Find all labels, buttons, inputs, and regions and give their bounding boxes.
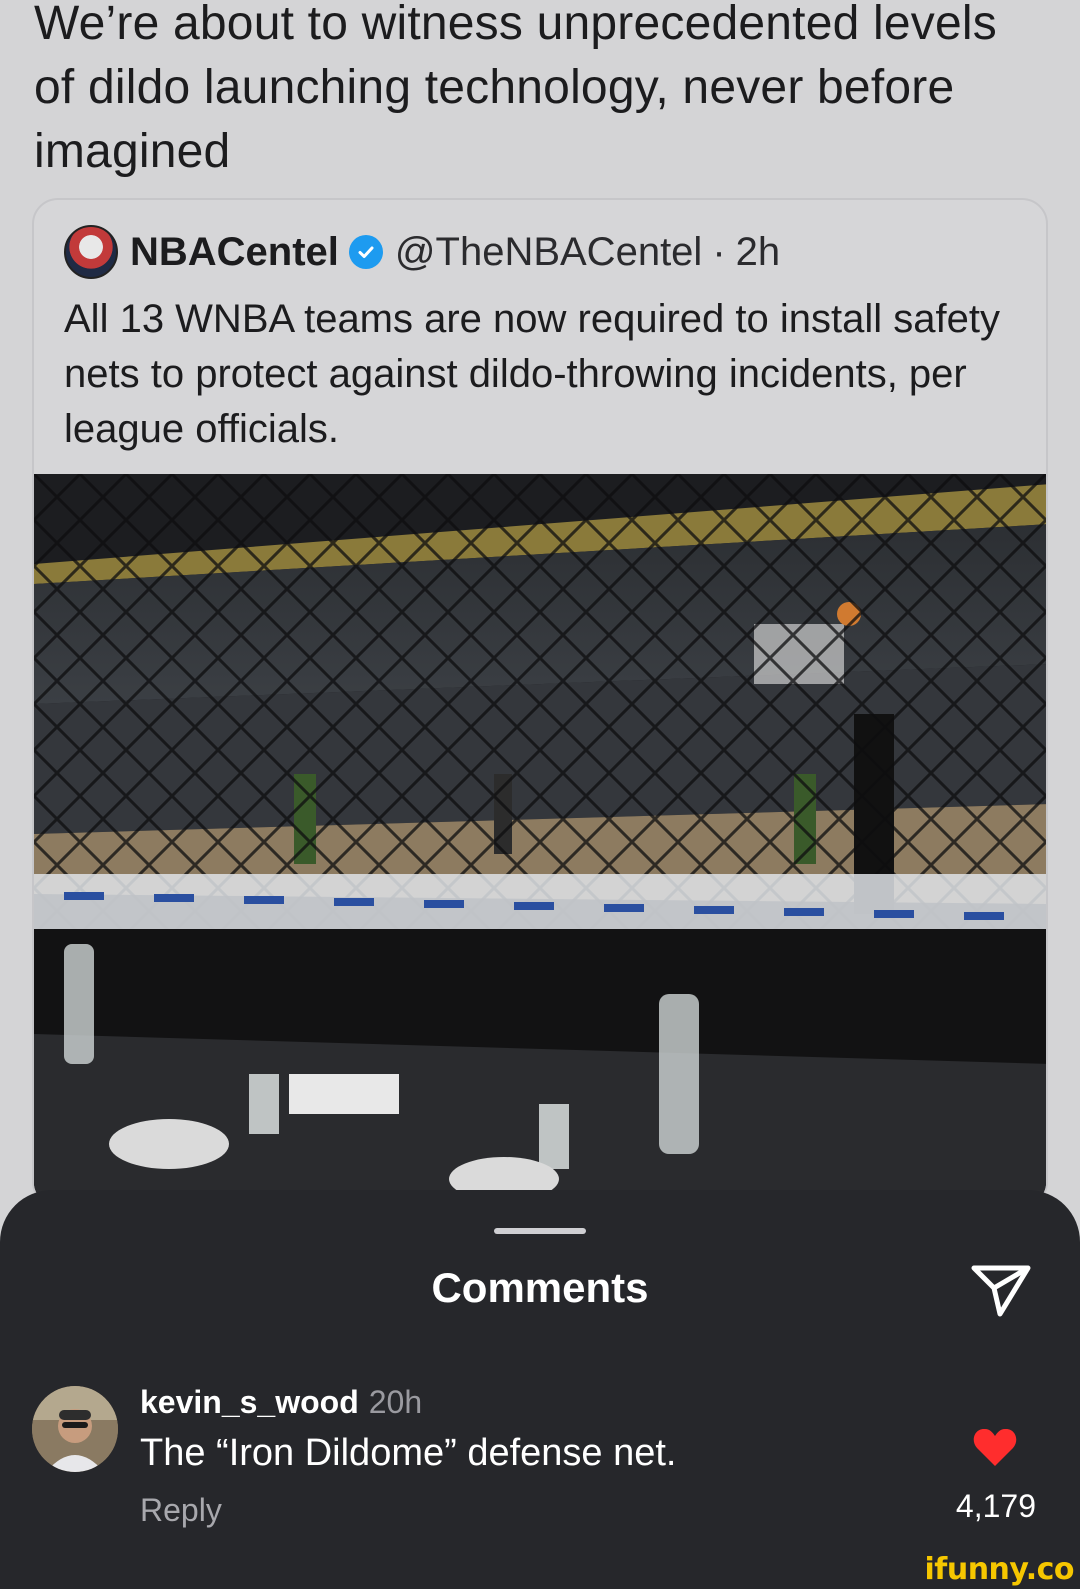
watermark: ifunny.co bbox=[924, 1552, 1075, 1587]
comments-title: Comments bbox=[431, 1264, 649, 1311]
comment-username[interactable]: kevin_s_wood bbox=[140, 1384, 359, 1420]
screen: We’re about to witness unprecedented lev… bbox=[0, 0, 1080, 1589]
nbacentel-logo-icon[interactable] bbox=[64, 225, 118, 279]
reply-button[interactable]: Reply bbox=[140, 1492, 222, 1529]
sheet-grabber[interactable] bbox=[494, 1228, 586, 1234]
comment-time: 20h bbox=[368, 1384, 423, 1420]
avatar[interactable] bbox=[32, 1386, 118, 1472]
tweet-time: 2h bbox=[735, 229, 781, 274]
quoted-tweet-header: NBACentel @TheNBACentel · 2h bbox=[64, 222, 780, 282]
like-count: 4,179 bbox=[955, 1488, 1036, 1524]
heart-icon[interactable] bbox=[972, 1426, 1018, 1468]
display-name[interactable]: NBACentel bbox=[130, 230, 339, 275]
tweet-photo[interactable] bbox=[34, 474, 1046, 1206]
comment-item: kevin_s_wood 20h The “Iron Dildome” defen… bbox=[0, 1380, 1080, 1540]
post-caption: We’re about to witness unprecedented lev… bbox=[34, 0, 997, 178]
comment-username-row: kevin_s_wood 20h bbox=[140, 1384, 422, 1421]
comments-sheet: Comments kevin_s_wood 20h The “Iron Dildo… bbox=[0, 1190, 1080, 1589]
quoted-tweet-card[interactable]: NBACentel @TheNBACentel · 2h All 13 WNBA… bbox=[32, 198, 1048, 1208]
comment-text: The “Iron Dildome” defense net. bbox=[140, 1432, 677, 1474]
handle[interactable]: @TheNBACentel bbox=[395, 230, 702, 275]
separator-dot: · bbox=[712, 229, 726, 274]
tweet-text: All 13 WNBA teams are now required to in… bbox=[64, 297, 1000, 451]
verified-badge-icon bbox=[348, 235, 383, 269]
send-icon[interactable] bbox=[970, 1262, 1034, 1320]
